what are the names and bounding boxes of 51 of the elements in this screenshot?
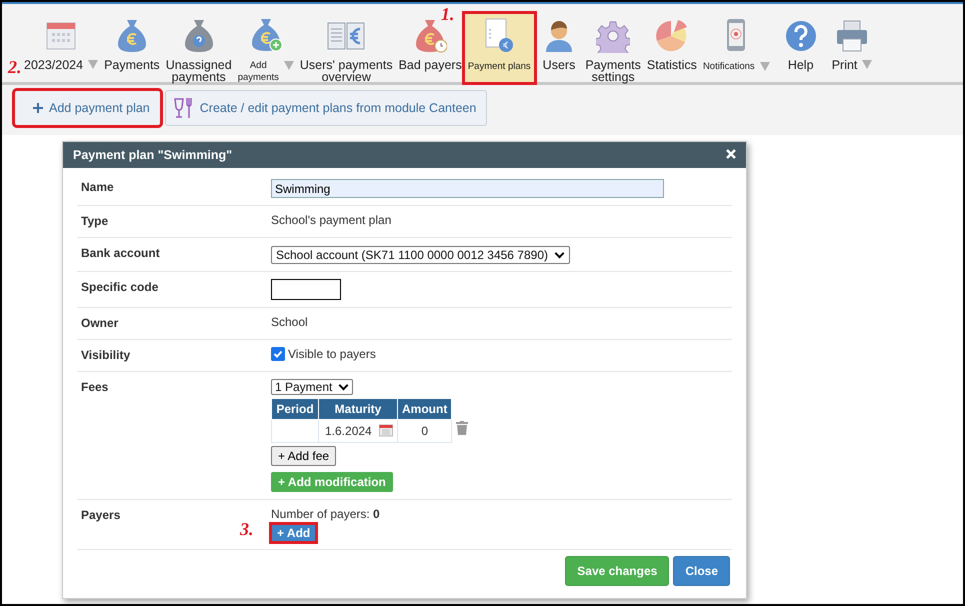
payers-count: Number of payers: 0 (271, 507, 380, 521)
dropdown-arrow-icon (284, 61, 294, 70)
add-fee-button[interactable]: + Add fee (271, 446, 336, 466)
column-header: Maturity (318, 398, 398, 420)
specific-code-field[interactable] (271, 279, 341, 300)
pie-chart-icon (654, 19, 690, 53)
maturity-cell: 1.6.2024 (318, 420, 398, 442)
glass-fork-icon (174, 97, 194, 119)
help-icon (784, 19, 818, 53)
bank-account-select[interactable]: School account (SK71 1100 0000 0012 3456 7890) (271, 246, 570, 264)
add-button[interactable]: Add payment plan (14, 90, 161, 126)
field-label: Owner (81, 316, 118, 330)
field-label: Visibility (81, 348, 130, 362)
document-euro-icon (483, 17, 516, 53)
step-number: 1. (440, 4, 454, 25)
dropdown-arrow-icon (760, 62, 770, 71)
close-button[interactable]: Close (673, 556, 730, 586)
field-value: School (271, 315, 308, 329)
add-payer-button[interactable]: + Add (271, 524, 316, 542)
column-header: Period (272, 398, 318, 420)
dialog-title: Payment plan "Swimming" (73, 148, 232, 162)
field-label: Name (81, 180, 114, 194)
period-cell (272, 420, 318, 442)
person-icon (543, 19, 575, 53)
close-icon[interactable] (726, 149, 736, 159)
step-number: 3. (240, 519, 254, 540)
dropdown-arrow-icon (88, 60, 98, 69)
field-label: Fees (81, 380, 108, 394)
trash-icon[interactable] (456, 421, 468, 435)
plus-icon (33, 103, 43, 113)
amount-cell: 0 (398, 420, 452, 442)
payment-count-select[interactable]: 1 Payment (271, 379, 354, 395)
step-number: 2. (8, 57, 22, 78)
name-field[interactable]: Swimming (271, 179, 664, 198)
field-label: Bank account (81, 246, 160, 260)
toolbar-item[interactable]: Payment plans (462, 12, 536, 84)
toolbar-item[interactable]: Users (538, 12, 580, 84)
checkbox-label: Visible to payers (288, 347, 376, 361)
field-label: Type (81, 214, 108, 228)
column-header: Amount (398, 398, 452, 420)
dropdown-arrow-icon (862, 60, 872, 69)
calendar-icon[interactable] (378, 424, 393, 437)
printer-icon (835, 19, 870, 53)
visibility-checkbox[interactable] (271, 347, 285, 361)
field-label: Specific code (81, 280, 158, 294)
toolbar-item[interactable]: Print (826, 12, 878, 84)
canteen-plans-button[interactable]: Create / edit payment plans from module Canteen (164, 90, 488, 126)
field-value: School's payment plan (271, 213, 392, 227)
gear-icon (596, 19, 630, 53)
field-label: Payers (81, 508, 120, 522)
toolbar-item[interactable]: Help (778, 12, 823, 84)
